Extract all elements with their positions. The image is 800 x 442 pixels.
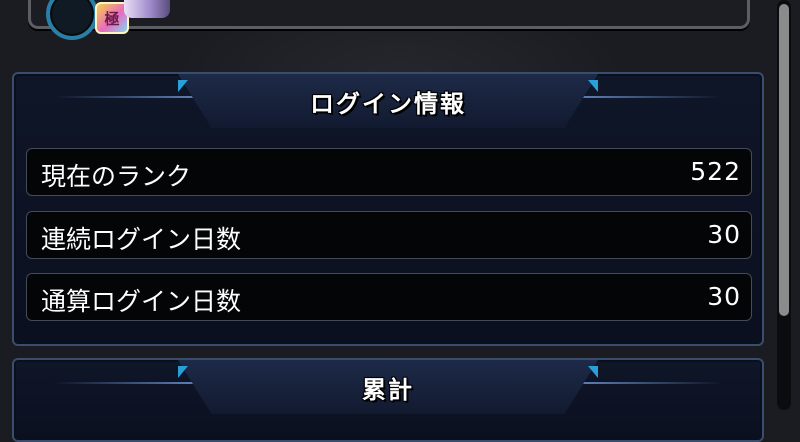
info-row-total-login: 通算ログイン日数 30 [26, 273, 752, 321]
row-value: 30 [707, 282, 741, 311]
character-thumbnail [124, 0, 170, 18]
login-info-panel: ログイン情報 現在のランク 522 連続ログイン日数 30 通算ログイン日数 3… [12, 72, 764, 346]
avatar[interactable] [46, 0, 98, 40]
row-label: 通算ログイン日数 [41, 287, 242, 316]
info-row-rank: 現在のランク 522 [26, 148, 752, 196]
section-title: ログイン情報 [310, 90, 466, 118]
row-label: 連続ログイン日数 [41, 225, 242, 254]
row-label: 現在のランク [41, 162, 192, 191]
totals-panel: 累計 [12, 358, 764, 442]
row-value: 522 [690, 157, 741, 186]
info-row-consecutive-login: 連続ログイン日数 30 [26, 211, 752, 259]
scrollbar-thumb[interactable] [779, 4, 789, 316]
row-value: 30 [707, 220, 741, 249]
section-title: 累計 [362, 376, 414, 404]
